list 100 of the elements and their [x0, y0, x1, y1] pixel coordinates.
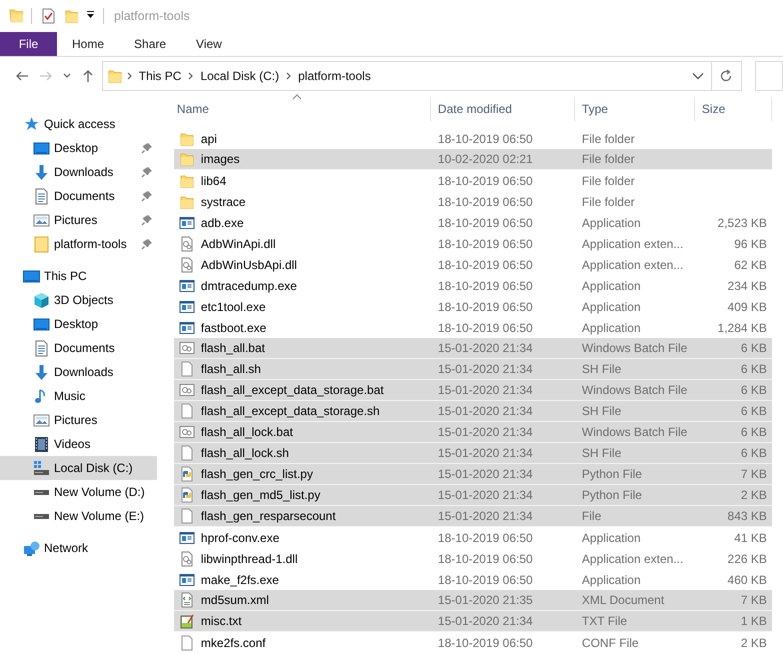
sidebar-item[interactable]: Documents — [0, 184, 157, 208]
blank-file-icon — [178, 361, 195, 377]
file-row[interactable]: md5sum.xml 15-01-2020 21:35 XML Document 7 KB — [174, 590, 772, 611]
file-row[interactable]: flash_gen_resparsecount 15-01-2020 21:34 File 843 KB — [174, 506, 772, 527]
drive-icon — [33, 488, 50, 496]
column-header[interactable]: Type — [574, 97, 695, 121]
file-type: Application — [580, 572, 642, 586]
file-row[interactable]: misc.txt 15-01-2020 21:34 TXT File 1 KB — [174, 611, 772, 632]
system-drive-icon — [33, 460, 50, 476]
address-bar[interactable]: This PC Local Disk (C:) platform-tools — [102, 60, 712, 90]
file-name: flash_all.bat — [200, 341, 265, 355]
file-row[interactable]: images 10-02-2020 02:21 File folder — [174, 149, 772, 170]
breadcrumb[interactable]: This PC — [136, 68, 184, 82]
file-row[interactable]: flash_all_except_data_storage.bat 15-01-2020 21:34 Windows Batch File 6 KB — [174, 380, 772, 401]
file-type: Windows Batch File — [580, 341, 688, 355]
file-name: etc1tool.exe — [200, 300, 266, 314]
breadcrumb[interactable]: platform-tools — [295, 68, 374, 82]
file-row[interactable]: lib64 18-10-2019 06:50 File folder — [174, 170, 772, 191]
file-row[interactable]: fastboot.exe 18-10-2019 06:50 Application 1,284 KB — [174, 317, 772, 338]
date-modified: 18-10-2019 06:50 — [436, 132, 534, 146]
ribbon-tab[interactable]: Home — [57, 32, 120, 56]
sidebar-item[interactable]: Downloads — [0, 160, 157, 184]
file-size: 1,284 KB — [716, 320, 768, 334]
file-row[interactable]: flash_all_lock.sh 15-01-2020 21:34 SH File 6 KB — [174, 443, 772, 464]
sidebar-item[interactable]: platform-tools — [0, 232, 157, 256]
file-name: hprof-conv.exe — [200, 530, 280, 544]
file-menu-button[interactable]: File — [0, 32, 57, 56]
file-row[interactable]: AdbWinApi.dll 18-10-2019 06:50 Application exten... 96 KB — [174, 233, 772, 254]
blank-file-icon — [178, 403, 195, 419]
dropdown-chevron-icon[interactable] — [692, 72, 704, 80]
breadcrumb[interactable]: Local Disk (C:) — [197, 68, 282, 82]
application-icon — [178, 278, 195, 294]
sidebar-item[interactable]: Network — [0, 536, 157, 560]
column-header[interactable]: Size — [694, 97, 772, 121]
sidebar-item[interactable]: Videos — [0, 432, 157, 456]
file-row[interactable]: flash_gen_crc_list.py 15-01-2020 21:34 Python File 7 KB — [174, 464, 772, 485]
file-size: 6 KB — [740, 341, 768, 355]
sidebar-item[interactable]: 3D Objects — [0, 288, 157, 312]
file-row[interactable]: flash_all_lock.bat 15-01-2020 21:34 Windows Batch File 6 KB — [174, 422, 772, 443]
pc-icon — [23, 268, 40, 284]
file-row[interactable]: libwinpthread-1.dll 18-10-2019 06:50 Application exten... 226 KB — [174, 548, 772, 569]
notepad-icon — [178, 613, 195, 629]
properties-icon[interactable] — [40, 8, 56, 24]
sidebar-item[interactable]: New Volume (D:) — [0, 480, 157, 504]
file-row[interactable]: mke2fs.conf 18-10-2019 06:50 CONF File 2 KB — [174, 632, 772, 653]
date-modified: 15-01-2020 21:34 — [436, 341, 534, 355]
file-row[interactable]: etc1tool.exe 18-10-2019 06:50 Application 409 KB — [174, 296, 772, 317]
column-header[interactable]: Date modified — [430, 97, 575, 121]
file-row[interactable]: api 18-10-2019 06:50 File folder — [174, 128, 772, 149]
file-row[interactable]: AdbWinUsbApi.dll 18-10-2019 06:50 Application exten... 62 KB — [174, 254, 772, 275]
sort-ascending-icon — [292, 94, 302, 100]
sidebar-item[interactable]: Documents — [0, 336, 157, 360]
sidebar-item[interactable]: Quick access — [0, 112, 157, 136]
file-type: Application exten... — [580, 258, 684, 272]
file-type: Application — [580, 278, 642, 292]
file-size: 1 KB — [740, 614, 768, 628]
file-row[interactable]: hprof-conv.exe 18-10-2019 06:50 Application 41 KB — [174, 527, 772, 548]
file-row[interactable]: adb.exe 18-10-2019 06:50 Application 2,523 KB — [174, 212, 772, 233]
date-modified: 15-01-2020 21:34 — [436, 362, 534, 376]
file-size: 62 KB — [733, 258, 768, 272]
file-size: 6 KB — [740, 383, 768, 397]
file-size: 234 KB — [726, 278, 768, 292]
file-name: AdbWinUsbApi.dll — [200, 258, 297, 272]
file-row[interactable]: flash_gen_md5_list.py 15-01-2020 21:34 Python File 2 KB — [174, 485, 772, 506]
file-row[interactable]: flash_all_except_data_storage.sh 15-01-2020 21:34 SH File 6 KB — [174, 401, 772, 422]
column-header[interactable]: Name — [174, 97, 431, 121]
file-type: File folder — [580, 152, 636, 166]
sidebar-item[interactable]: Desktop — [0, 136, 157, 160]
search-field[interactable] — [754, 60, 783, 90]
file-row[interactable]: systrace 18-10-2019 06:50 File folder — [174, 191, 772, 212]
date-modified: 18-10-2019 06:50 — [436, 636, 534, 650]
sidebar-item[interactable]: Downloads — [0, 360, 157, 384]
refresh-button[interactable] — [712, 60, 742, 90]
sidebar-item[interactable]: Music — [0, 384, 157, 408]
sidebar-item[interactable]: Local Disk (C:) — [0, 456, 157, 480]
ribbon-tab[interactable]: Share — [119, 32, 182, 56]
ribbon-tab[interactable]: View — [181, 32, 237, 56]
file-name: systrace — [200, 194, 246, 208]
sidebar-item[interactable]: Pictures — [0, 208, 157, 232]
sidebar-item[interactable]: Pictures — [0, 408, 157, 432]
videos-icon — [33, 436, 50, 452]
chevron-icon — [285, 70, 292, 80]
file-type: File folder — [580, 132, 636, 146]
file-row[interactable]: flash_all.sh 15-01-2020 21:34 SH File 6 KB — [174, 359, 772, 380]
sidebar-item[interactable]: New Volume (E:) — [0, 504, 157, 528]
file-name: flash_gen_resparsecount — [200, 509, 336, 523]
pictures-icon — [33, 412, 50, 428]
file-name: AdbWinApi.dll — [200, 236, 276, 250]
file-name: images — [200, 152, 240, 166]
python-file-icon — [178, 466, 195, 482]
file-row[interactable]: flash_all.bat 15-01-2020 21:34 Windows Batch File 6 KB — [174, 338, 772, 359]
file-name: flash_all_except_data_storage.sh — [200, 404, 380, 418]
sidebar-item[interactable]: This PC — [0, 264, 157, 288]
file-row[interactable]: dmtracedump.exe 18-10-2019 06:50 Application 234 KB — [174, 275, 772, 296]
sidebar-item[interactable]: Desktop — [0, 312, 157, 336]
file-type: Windows Batch File — [580, 425, 688, 439]
file-row[interactable]: make_f2fs.exe 18-10-2019 06:50 Application 460 KB — [174, 569, 772, 590]
file-name: dmtracedump.exe — [200, 278, 297, 292]
file-name: flash_all_except_data_storage.bat — [200, 383, 384, 397]
refresh-icon[interactable] — [719, 68, 734, 82]
